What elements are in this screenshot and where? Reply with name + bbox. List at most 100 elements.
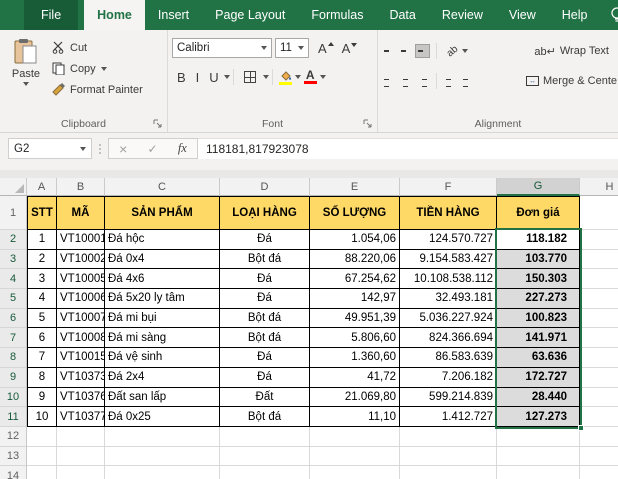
- row-header-1[interactable]: 1: [0, 196, 27, 230]
- tab-data[interactable]: Data: [376, 0, 428, 30]
- cell-G7[interactable]: 141.971: [497, 328, 580, 348]
- italic-button[interactable]: I: [191, 70, 205, 85]
- cell-A3[interactable]: 2: [27, 250, 57, 270]
- cell-E5[interactable]: 142,97: [310, 289, 400, 309]
- cell-B5[interactable]: VT10006: [57, 289, 105, 309]
- column-header-D[interactable]: D: [220, 178, 310, 196]
- cell-G3[interactable]: 103.770: [497, 250, 580, 270]
- cell-C13[interactable]: [105, 447, 220, 467]
- cell-F1[interactable]: TIỀN HÀNG: [400, 196, 497, 230]
- column-header-B[interactable]: B: [57, 178, 105, 196]
- cell-E8[interactable]: 1.360,60: [310, 348, 400, 368]
- cell-E7[interactable]: 5.806,60: [310, 328, 400, 348]
- bold-button[interactable]: B: [172, 70, 191, 85]
- cell-H6[interactable]: [580, 309, 618, 329]
- decrease-indent-button[interactable]: [444, 73, 457, 89]
- cell-A9[interactable]: 8: [27, 368, 57, 388]
- cell-D6[interactable]: Bột đá: [220, 309, 310, 329]
- row-header-4[interactable]: 4: [0, 269, 27, 289]
- cell-B3[interactable]: VT10002: [57, 250, 105, 270]
- cell-E10[interactable]: 21.069,80: [310, 388, 400, 408]
- cell-A11[interactable]: 10: [27, 407, 57, 427]
- cell-A5[interactable]: 4: [27, 289, 57, 309]
- font-dialog-launcher[interactable]: [363, 119, 373, 129]
- tab-review[interactable]: Review: [429, 0, 496, 30]
- paste-dropdown-arrow[interactable]: [23, 82, 29, 86]
- insert-function-button[interactable]: fx: [178, 141, 187, 156]
- cell-H11[interactable]: [580, 407, 618, 427]
- cell-G8[interactable]: 63.636: [497, 348, 580, 368]
- cut-button[interactable]: Cut: [52, 39, 143, 56]
- cell-D2[interactable]: Đá: [220, 230, 310, 250]
- cell-F13[interactable]: [400, 447, 497, 467]
- cell-C9[interactable]: Đá 2x4: [105, 368, 220, 388]
- cell-G13[interactable]: [497, 447, 580, 467]
- cell-D13[interactable]: [220, 447, 310, 467]
- borders-dropdown-arrow[interactable]: [263, 75, 269, 79]
- cell-H12[interactable]: [580, 427, 618, 447]
- cell-C2[interactable]: Đá hộc: [105, 230, 220, 250]
- tab-view[interactable]: View: [496, 0, 549, 30]
- orientation-button[interactable]: ab: [444, 46, 471, 57]
- font-size-combo[interactable]: 11: [275, 38, 309, 58]
- cell-H13[interactable]: [580, 447, 618, 467]
- cell-A13[interactable]: [27, 447, 57, 467]
- cell-B11[interactable]: VT10377: [57, 407, 105, 427]
- cell-F11[interactable]: 1.412.727: [400, 407, 497, 427]
- cell-C8[interactable]: Đá vệ sinh: [105, 348, 220, 368]
- font-name-combo[interactable]: Calibri: [172, 38, 272, 58]
- column-header-E[interactable]: E: [310, 178, 400, 196]
- cell-H3[interactable]: [580, 250, 618, 270]
- cell-B10[interactable]: VT10376: [57, 388, 105, 408]
- cell-D12[interactable]: [220, 427, 310, 447]
- cell-A7[interactable]: 6: [27, 328, 57, 348]
- tab-home[interactable]: Home: [84, 0, 145, 30]
- bottom-align-button[interactable]: [416, 45, 429, 58]
- wrap-text-button[interactable]: ab↵ Wrap Text: [531, 45, 612, 58]
- cell-F8[interactable]: 86.583.639: [400, 348, 497, 368]
- spreadsheet-grid[interactable]: ABCDEFGH 1STTMÃSẢN PHẨMLOẠI HÀNGSỐ LƯỢNG…: [0, 178, 618, 479]
- name-box[interactable]: G2: [8, 138, 92, 159]
- cell-G11[interactable]: 127.273: [497, 407, 580, 427]
- cell-C3[interactable]: Đá 0x4: [105, 250, 220, 270]
- cell-G6[interactable]: 100.823: [497, 309, 580, 329]
- cell-E1[interactable]: SỐ LƯỢNG: [310, 196, 400, 230]
- cell-D7[interactable]: Bột đá: [220, 328, 310, 348]
- cell-G1[interactable]: Đơn giá: [497, 196, 580, 230]
- cell-F9[interactable]: 7.206.182: [400, 368, 497, 388]
- increase-indent-button[interactable]: [461, 73, 474, 89]
- cell-F2[interactable]: 124.570.727: [400, 230, 497, 250]
- cell-D3[interactable]: Bột đá: [220, 250, 310, 270]
- paste-button[interactable]: Paste: [4, 35, 48, 116]
- cell-D5[interactable]: Đá: [220, 289, 310, 309]
- cell-G4[interactable]: 150.303: [497, 269, 580, 289]
- cell-A1[interactable]: STT: [27, 196, 57, 230]
- cell-B7[interactable]: VT10008: [57, 328, 105, 348]
- cell-H9[interactable]: [580, 368, 618, 388]
- cell-G12[interactable]: [497, 427, 580, 447]
- cell-C7[interactable]: Đá mi sàng: [105, 328, 220, 348]
- cell-C4[interactable]: Đá 4x6: [105, 269, 220, 289]
- row-header-14[interactable]: 14: [0, 466, 27, 479]
- copy-dropdown-arrow[interactable]: [101, 67, 107, 71]
- cell-D4[interactable]: Đá: [220, 269, 310, 289]
- cell-F14[interactable]: [400, 466, 497, 479]
- fill-color-dropdown-arrow[interactable]: [295, 75, 301, 79]
- cell-G5[interactable]: 227.273: [497, 289, 580, 309]
- cell-E6[interactable]: 49.951,39: [310, 309, 400, 329]
- cell-F5[interactable]: 32.493.181: [400, 289, 497, 309]
- clipboard-dialog-launcher[interactable]: [153, 119, 163, 129]
- tab-insert[interactable]: Insert: [145, 0, 202, 30]
- decrease-font-size-button[interactable]: A: [338, 41, 362, 56]
- cell-B1[interactable]: MÃ: [57, 196, 105, 230]
- cell-H1[interactable]: [580, 196, 618, 230]
- cell-H7[interactable]: [580, 328, 618, 348]
- row-header-2[interactable]: 2: [0, 230, 27, 250]
- tab-file[interactable]: File: [24, 0, 78, 30]
- merge-center-button[interactable]: ↔ Merge & Cente: [523, 75, 618, 87]
- cell-F3[interactable]: 9.154.583.427: [400, 250, 497, 270]
- top-align-button[interactable]: [382, 45, 395, 58]
- underline-button[interactable]: U: [204, 70, 223, 85]
- cell-G14[interactable]: [497, 466, 580, 479]
- row-header-7[interactable]: 7: [0, 328, 27, 348]
